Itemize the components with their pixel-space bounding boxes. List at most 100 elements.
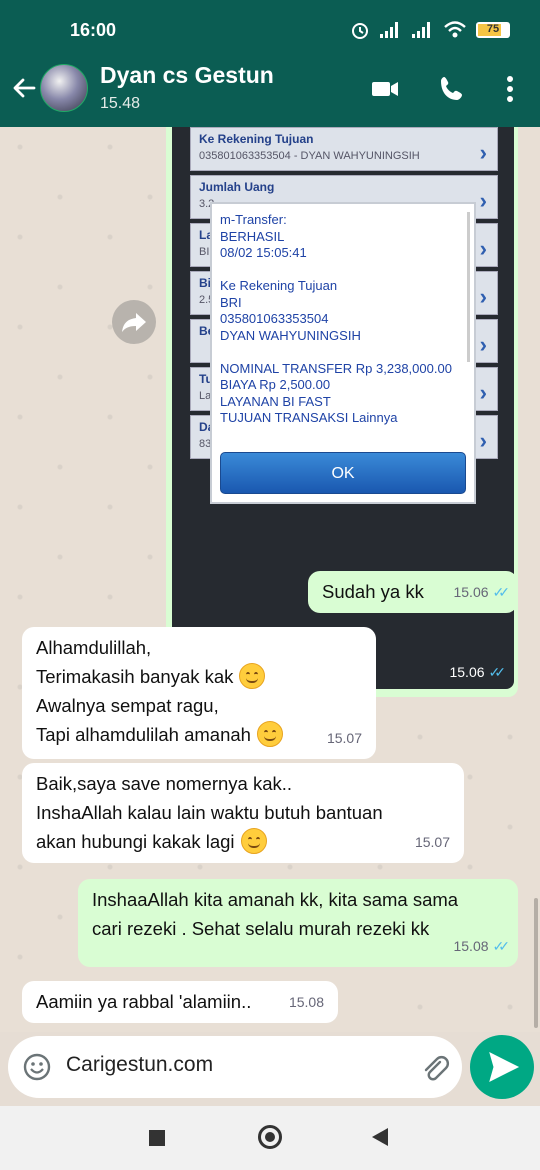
dialog-text: m-Transfer: BERHASIL 08/02 15:05:41 Ke Rek… (220, 212, 470, 427)
message-time: 15.07 (327, 724, 362, 753)
chat-area[interactable]: Ke Rekening Tujuan 035801063353504 - DYAN… (0, 127, 540, 1032)
message-composer[interactable]: Carigestun.com (8, 1036, 462, 1098)
message-line-text: cari rezeki . Sehat selalu murah rezeki … (92, 918, 430, 939)
dialog-line: LAYANAN BI FAST (220, 393, 331, 409)
dialog-line: NOMINAL TRANSFER Rp 3,238,000.00 (220, 360, 452, 376)
message-input[interactable]: Carigestun.com (66, 1053, 213, 1077)
time-text: 15.07 (326, 730, 362, 746)
forward-button[interactable] (112, 300, 156, 344)
back-arrow-icon[interactable] (10, 74, 38, 102)
time-text: 15.06 (453, 584, 489, 600)
send-button[interactable] (470, 1035, 534, 1099)
smiling-face-emoji-icon (256, 721, 283, 747)
message-line: Alhamdulillah, (36, 633, 362, 662)
dialog-ok-button: OK (220, 452, 466, 494)
chevron-right-icon: › (479, 188, 487, 213)
time-text: 15.08 (453, 938, 489, 954)
message-line-text: Tapi alhamdulilah amanah (36, 724, 251, 745)
dialog-line: TUJUAN TRANSAKSI Lainnya (220, 410, 398, 425)
contact-name[interactable]: Dyan cs Gestun (100, 62, 274, 89)
status-icons: 75 (350, 20, 510, 40)
battery-level: 75 (486, 23, 500, 35)
dialog-line: DYAN WAHYUNINGSIH (220, 327, 361, 343)
bank-detail-value: 035801063353504 - DYAN WAHYUNINGSIH (199, 150, 420, 162)
battery-icon: 75 (476, 22, 510, 38)
home-button[interactable] (258, 1125, 282, 1149)
time-text: 15.07 (414, 834, 450, 850)
signal-icon (380, 22, 402, 38)
transfer-dialog: m-Transfer: BERHASIL 08/02 15:05:41 Ke Rek… (210, 202, 476, 504)
bank-detail-row: Ke Rekening Tujuan 035801063353504 - DYAN… (190, 127, 498, 171)
video-call-icon[interactable] (370, 74, 400, 104)
message-line-text: Terimakasih banyak kak (36, 666, 234, 687)
recents-button[interactable] (149, 1130, 165, 1146)
message-line: cari rezeki . Sehat selalu murah rezeki … (92, 914, 504, 943)
dialog-line: BRI (220, 294, 242, 310)
message-line-text: Alhamdulillah, (36, 637, 152, 658)
signal-icon (412, 22, 434, 38)
dialog-line: Ke Rekening Tujuan (220, 278, 338, 293)
message-line: Awalnya sempat ragu, (36, 691, 362, 720)
emoji-icon[interactable] (22, 1052, 52, 1082)
message-text: Baik,saya save nomernya kak.. InshaAllah … (36, 769, 450, 856)
message-text: InshaaAllah kita amanah kk, kita sama sa… (92, 885, 504, 943)
outgoing-message[interactable]: Sudah ya kk 15.06 ✓✓ (308, 571, 518, 613)
forward-icon (122, 313, 146, 332)
dialog-line: 08/02 15:05:41 (220, 245, 307, 260)
message-line: Terimakasih banyak kak (36, 662, 362, 691)
message-line: Tapi alhamdulilah amanah (36, 720, 362, 749)
smiling-face-emoji-icon (240, 828, 267, 854)
chat-scrollbar[interactable] (534, 898, 538, 1028)
wifi-icon (444, 21, 466, 38)
message-line-text: InshaaAllah kita amanah kk, kita sama sa… (92, 889, 459, 910)
message-time: 15.08 ✓✓ (453, 932, 511, 961)
send-icon (489, 1052, 520, 1082)
bank-detail-label: Ke Rekening Tujuan (199, 132, 314, 146)
message-line: InshaAllah kalau lain waktu butuh bantua… (36, 798, 450, 827)
more-vert-icon[interactable] (495, 74, 525, 104)
dialog-line (220, 344, 470, 361)
incoming-message[interactable]: Aamiin ya rabbal 'alamiin.. 15.08 (22, 981, 338, 1023)
message-line-text: akan hubungi kakak lagi (36, 831, 235, 852)
attach-icon[interactable] (420, 1052, 450, 1082)
status-time: 16:00 (70, 20, 117, 40)
incoming-message[interactable]: Alhamdulillah, Terimakasih banyak kak Awal… (22, 627, 376, 759)
message-time: 15.06 ✓✓ (449, 664, 506, 681)
message-line: akan hubungi kakak lagi (36, 827, 450, 856)
dialog-line: m-Transfer: (220, 212, 287, 227)
read-ticks-icon: ✓✓ (492, 938, 511, 954)
dialog-line: 035801063353504 (220, 311, 329, 326)
chevron-right-icon: › (479, 236, 487, 261)
read-ticks-icon: ✓✓ (492, 584, 511, 600)
message-line-text: Baik,saya save nomernya kak.. (36, 773, 293, 794)
avatar[interactable] (40, 64, 88, 112)
dialog-line: BIAYA Rp 2,500.00 (220, 377, 331, 392)
last-seen: 15.48 (100, 95, 141, 112)
system-back-button[interactable] (372, 1128, 388, 1146)
dialog-line (220, 262, 470, 279)
smiling-face-emoji-icon (239, 663, 266, 689)
message-line: Baik,saya save nomernya kak.. (36, 769, 450, 798)
incoming-message[interactable]: Baik,saya save nomernya kak.. InshaAllah … (22, 763, 464, 863)
status-bar: 16:00 75 (0, 0, 540, 60)
chevron-right-icon: › (479, 380, 487, 405)
phone-icon[interactable] (437, 74, 467, 104)
message-line-text: InshaAllah kalau lain waktu butuh bantua… (36, 802, 383, 823)
message-line-text: Awalnya sempat ragu, (36, 695, 219, 716)
message-text: Aamiin ya rabbal 'alamiin.. (36, 991, 252, 1012)
dialog-line: BERHASIL (220, 228, 285, 244)
chevron-right-icon: › (479, 140, 487, 165)
chevron-right-icon: › (479, 284, 487, 309)
time-text: 15.08 (288, 994, 324, 1010)
chevron-right-icon: › (479, 332, 487, 357)
message-time: 15.08 (289, 988, 324, 1017)
alarm-icon (352, 23, 368, 39)
message-line: InshaaAllah kita amanah kk, kita sama sa… (92, 885, 504, 914)
app-header: 16:00 75 Dyan cs Gestun 15.48 (0, 0, 540, 127)
message-text: Alhamdulillah, Terimakasih banyak kak Awal… (36, 633, 362, 749)
dialog-scrollbar (467, 212, 470, 362)
outgoing-message[interactable]: InshaaAllah kita amanah kk, kita sama sa… (78, 879, 518, 967)
time-text: 15.06 (449, 664, 485, 680)
chevron-right-icon: › (479, 428, 487, 453)
bank-detail-label: Jumlah Uang (199, 180, 275, 194)
